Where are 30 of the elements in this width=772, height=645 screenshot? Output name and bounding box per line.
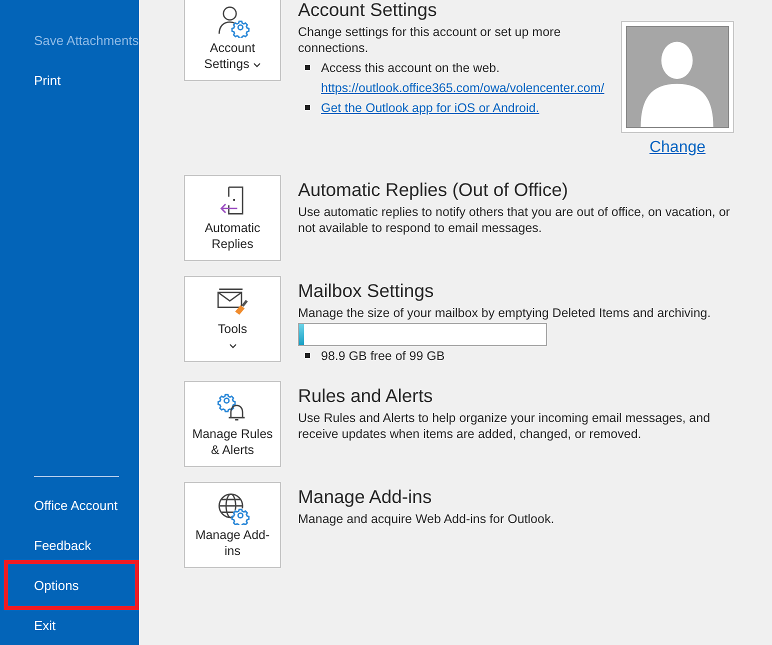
chevron-icon	[252, 62, 261, 68]
section-title: Manage Add-ins	[298, 485, 433, 509]
tile-button[interactable]: Manage Add-ins	[184, 482, 281, 568]
tile-button[interactable]: Manage Rules & Alerts	[184, 381, 281, 467]
web-link[interactable]: https://outlook.office365.com/owa/volencenter.com/	[321, 81, 604, 95]
section-title: Rules and Alerts	[298, 384, 434, 408]
tile-button[interactable]: Account Settings	[184, 0, 281, 81]
globe-gear-icon	[216, 491, 250, 525]
menu-item[interactable]: Print	[0, 60, 139, 100]
person-gear-icon	[216, 4, 250, 38]
storage-reading: 98.9 GB free of 99 GB	[321, 348, 445, 365]
section-description: Manage the size of your mailbox by emptying Deleted Items and archiving.	[298, 305, 712, 321]
section-title: Automatic Replies (Out of Office)	[298, 178, 570, 202]
bullet-text: Access this account on the web.	[321, 60, 501, 77]
bullet-icon	[305, 105, 310, 110]
section-title: Account Settings	[298, 0, 438, 22]
section-description: Use Rules and Alerts to help organize your incoming email messages, and receive updates when items are added, changed, or removed.	[298, 410, 712, 442]
section-description: Use automatic replies to notify others that you are out of office, on vacation, or not available to respond to email messages.	[298, 204, 731, 236]
bullet-icon	[305, 353, 310, 358]
tile-button[interactable]: Automatic Replies	[184, 175, 281, 261]
section-description: Manage and acquire Web Add-ins for Outlook.	[298, 511, 556, 527]
chevron-icon	[228, 342, 236, 349]
section-description: Change settings for this account or set up more connections.	[298, 24, 562, 56]
bullet-icon	[305, 65, 310, 70]
tile-button[interactable]: Tools	[184, 276, 281, 362]
menu-item[interactable]: Options	[4, 560, 139, 610]
menu-item[interactable]: Office Account	[0, 485, 139, 525]
section-title: Mailbox Settings	[298, 279, 435, 303]
web-link[interactable]: Get the Outlook app for iOS or Android.	[321, 101, 540, 115]
change-link[interactable]: Change	[649, 139, 706, 157]
